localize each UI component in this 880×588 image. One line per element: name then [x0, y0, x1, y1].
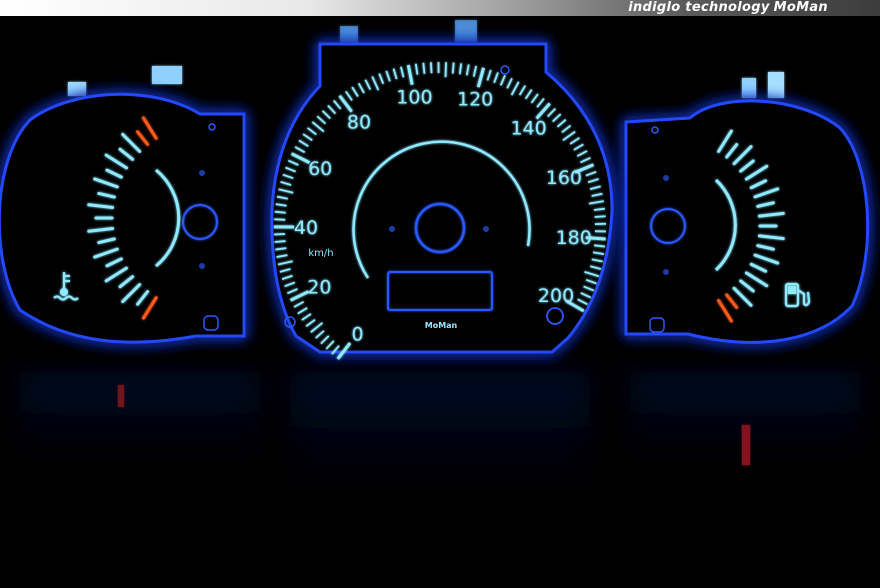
temperature-gauge	[0, 92, 246, 344]
speed-label: 140	[510, 117, 546, 139]
speed-tick	[594, 215, 606, 218]
speed-label: 0	[351, 324, 363, 346]
speed-label: 200	[538, 285, 574, 307]
speed-tick	[274, 210, 286, 214]
speed-tick	[593, 244, 606, 248]
speed-label: 120	[457, 89, 493, 111]
speed-tick	[451, 62, 455, 74]
surface-reflection	[20, 372, 860, 532]
dial-brand-label: MoMan	[425, 321, 458, 330]
speed-tick	[430, 62, 433, 74]
speed-label: 100	[396, 86, 432, 108]
speed-tick	[274, 218, 286, 221]
speed-label: 40	[294, 217, 318, 239]
speed-label: 80	[347, 111, 371, 133]
instrument-cluster-photo: 0 20 40 60 80 100 120 140 160 180 200 km/h MoMan	[0, 20, 870, 532]
speed-tick	[422, 62, 426, 74]
speedometer: 0 20 40 60 80 100 120 140 160 180 200 km/h MoMan	[270, 42, 614, 360]
speed-tick	[444, 62, 447, 78]
speed-label: 60	[308, 158, 332, 180]
speed-unit-label: km/h	[308, 248, 333, 259]
speed-label: 160	[546, 167, 582, 189]
speed-tick	[593, 207, 605, 211]
fuel-gauge	[624, 99, 870, 344]
speed-label: 20	[307, 276, 331, 298]
speed-label: 180	[556, 227, 592, 249]
speed-tick	[274, 240, 286, 243]
